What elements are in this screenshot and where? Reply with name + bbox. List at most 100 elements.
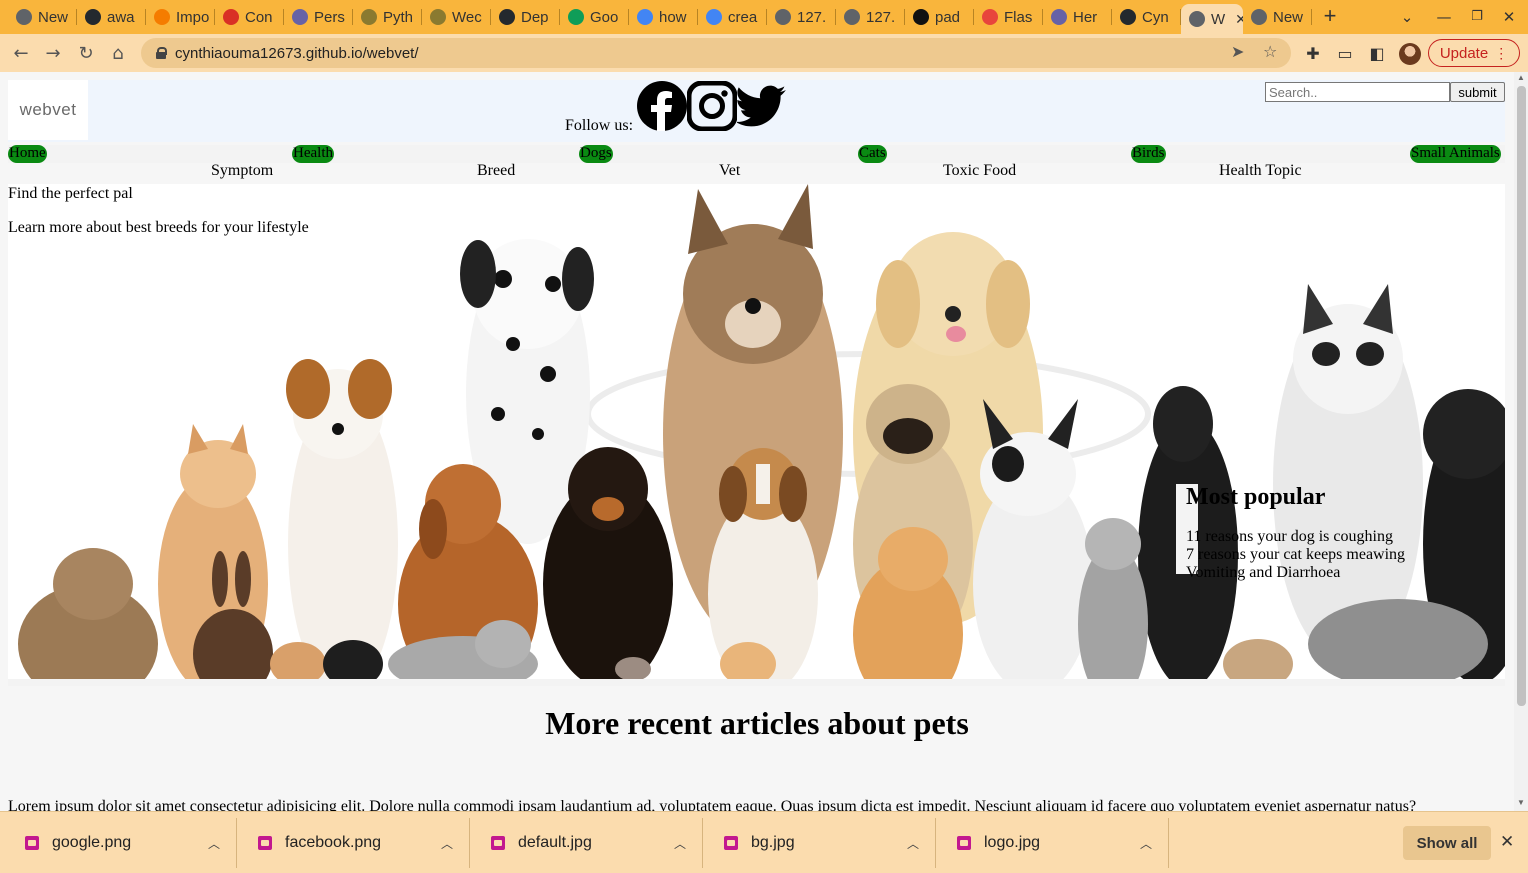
browser-tab[interactable]: pad [905,4,974,30]
download-item[interactable]: bg.jpg ︿ [703,818,936,868]
scroll-up-icon[interactable]: ▲ [1516,73,1526,82]
chrome-icon [1251,9,1267,25]
site-logo[interactable]: webvet [8,80,88,140]
logo-text: webvet [19,100,77,119]
image-file-icon [491,836,505,850]
cast-icon[interactable]: ▭ [1334,43,1356,65]
popular-link-1[interactable]: 11 reasons your dog is coughing [1186,528,1393,546]
tab-separator [1311,9,1312,25]
browser-tab[interactable]: Cyn [1112,4,1181,30]
browser-tab[interactable]: awa [77,4,146,30]
tab-search-icon[interactable]: ⌄ [1395,5,1419,29]
browser-tab[interactable]: W ✕ [1181,4,1243,34]
show-all-button[interactable]: Show all [1403,826,1491,860]
download-item[interactable]: logo.jpg ︿ [936,818,1169,868]
popular-link-2[interactable]: 7 reasons your cat keeps meawing [1186,546,1405,564]
browser-tab[interactable]: Her [1043,4,1112,30]
side-panel-icon[interactable]: ◧ [1366,43,1388,65]
scroll-down-icon[interactable]: ▼ [1516,798,1526,807]
heroku-icon [1051,9,1067,25]
chevron-up-icon[interactable]: ︿ [674,835,686,852]
download-item[interactable]: default.jpg ︿ [470,818,703,868]
browser-tab[interactable]: Impo [146,4,215,30]
download-item[interactable]: google.png ︿ [4,818,237,868]
browser-tab[interactable]: how [629,4,698,30]
new-tab-button[interactable]: + [1318,5,1342,29]
send-icon[interactable]: ➤ [1231,42,1244,61]
search-input[interactable] [1265,82,1450,102]
address-bar[interactable]: cynthiaouma12673.github.io/webvet/ ➤ ☆ [141,38,1291,68]
subnav-health-topic[interactable]: Health Topic [1219,162,1302,180]
reload-icon[interactable]: ↻ [73,41,99,67]
browser-tab[interactable]: Pers [284,4,353,30]
bookmark-star-icon[interactable]: ☆ [1263,42,1277,61]
tab-title: Pers [314,8,345,26]
submit-button[interactable]: submit [1450,82,1505,102]
subnav-symptom[interactable]: Symptom [211,162,273,180]
chevron-up-icon[interactable]: ︿ [441,835,453,852]
tab-title: W [1211,10,1226,28]
close-window-icon[interactable]: ✕ [1497,5,1521,29]
instagram-icon[interactable] [687,81,737,131]
nav-small-animals[interactable]: Small Animals [1410,145,1501,163]
flask-icon [982,9,998,25]
home-icon[interactable]: ⌂ [105,41,131,67]
tab-title: pad [935,8,961,26]
github-icon [85,9,101,25]
subnav-toxic-food[interactable]: Toxic Food [943,162,1016,180]
download-item[interactable]: facebook.png ︿ [237,818,470,868]
browser-tab[interactable]: 127. [836,4,905,30]
browser-tab[interactable]: Wec [422,4,491,30]
nav-health[interactable]: Health [292,145,334,163]
browser-tab[interactable]: Pyth [353,4,422,30]
update-label: Update [1439,44,1489,62]
subnav-vet[interactable]: Vet [719,162,740,180]
browser-tab[interactable]: Dep [491,4,560,30]
close-tab-icon[interactable]: ✕ [1235,11,1243,28]
browser-tab[interactable]: 127. [767,4,836,30]
chevron-up-icon[interactable]: ︿ [1140,835,1152,852]
twitter-icon[interactable] [737,81,787,131]
tab-title: 127. [797,8,827,26]
browser-tab[interactable]: crea [698,4,767,30]
extensions-icon[interactable]: ✚ [1302,43,1324,65]
tab-title: Cyn [1142,8,1169,26]
hero-heading: Find the perfect pal [8,185,133,202]
popular-link-3[interactable]: Vomiting and Diarrhoea [1186,564,1340,582]
browser-tab[interactable]: Flas [974,4,1043,30]
facebook-icon[interactable] [637,81,687,131]
nav-birds[interactable]: Birds [1131,145,1166,163]
nav-dogs[interactable]: Dogs [579,145,613,163]
nav-cats[interactable]: Cats [858,145,887,163]
globe-icon [844,9,860,25]
back-icon[interactable]: ← [8,41,34,67]
main-nav: Home Health Dogs Cats Birds Small Animal… [8,145,1505,163]
nav-home[interactable]: Home [8,145,47,163]
tab-title: crea [728,8,758,26]
lock-icon[interactable] [156,47,167,59]
profile-avatar[interactable] [1399,43,1421,65]
chevron-up-icon[interactable]: ︿ [907,835,919,852]
tab-title: 127. [866,8,896,26]
minimize-icon[interactable]: — [1432,5,1456,29]
browser-tab[interactable]: New [1243,4,1312,30]
scrollbar-thumb[interactable] [1517,86,1526,706]
browser-tab[interactable]: Con [215,4,284,30]
forward-icon[interactable]: → [40,41,66,67]
url-text[interactable]: cynthiaouma12673.github.io/webvet/ [175,45,419,62]
maximize-icon[interactable]: ❐ [1465,5,1489,29]
hero-subheading: Learn more about best breeds for your li… [8,219,309,236]
download-filename: default.jpg [518,834,592,851]
update-button[interactable]: Update ⋮ [1428,39,1520,67]
image-file-icon [724,836,738,850]
chevron-up-icon[interactable]: ︿ [208,835,220,852]
browser-tab[interactable]: Goo [560,4,629,30]
github-icon [499,9,515,25]
browser-tab[interactable]: New [8,4,77,30]
subnav-breed[interactable]: Breed [477,162,515,180]
close-downloads-icon[interactable]: ✕ [1500,832,1514,852]
page-scrollbar[interactable]: ▲ ▼ [1514,72,1528,811]
tab-title: Impo [176,8,210,26]
tabby-cat-shape [1078,518,1148,686]
tab-title: Pyth [383,8,414,26]
